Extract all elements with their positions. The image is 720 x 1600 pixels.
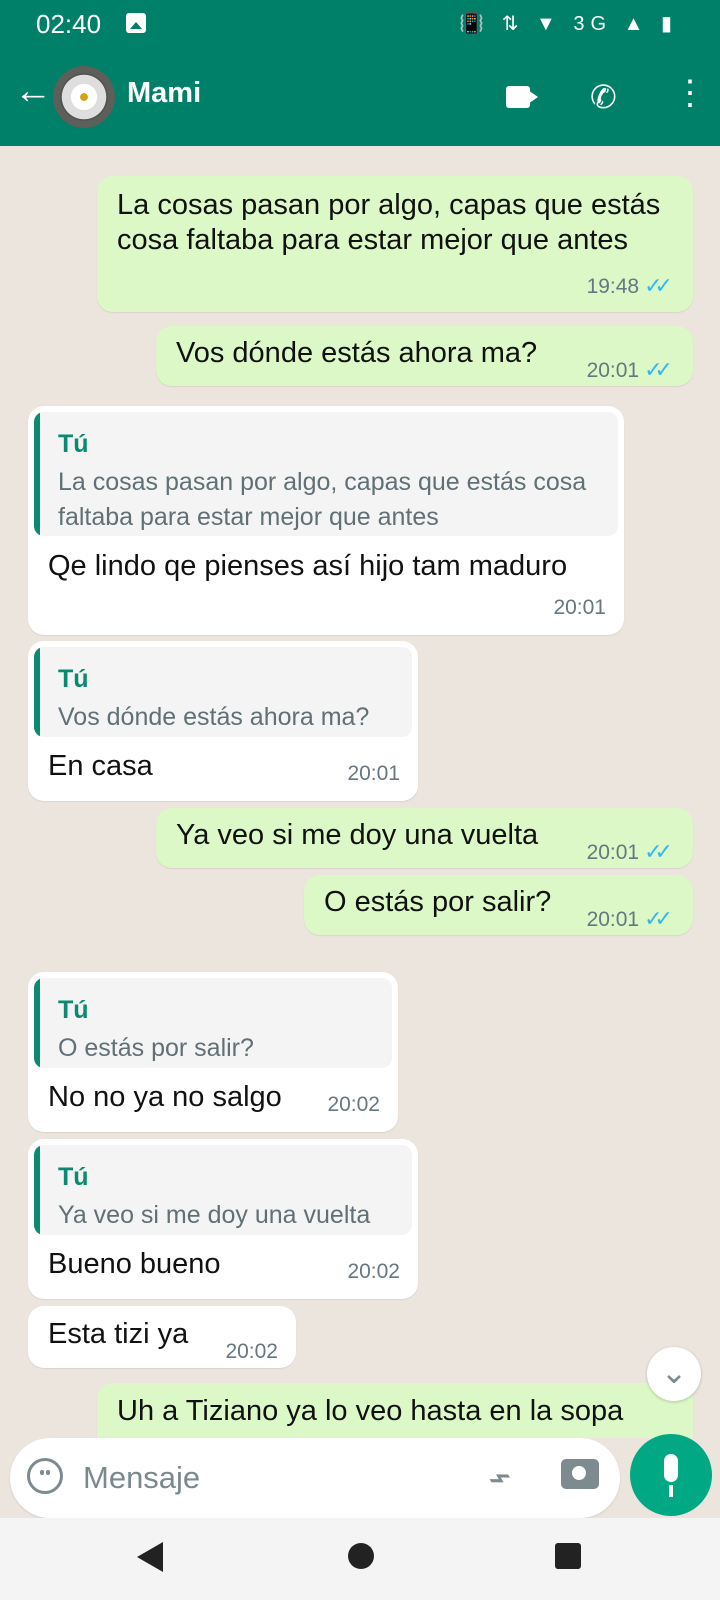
chat-header: ← Mami ✆ ⋮ bbox=[0, 48, 720, 146]
nav-back-icon[interactable] bbox=[137, 1542, 163, 1572]
status-bar: 02:40 📳 ⇅ ▼ 3G ▲ ▮ bbox=[0, 0, 720, 48]
message-outgoing: La cosas pasan por algo, capas que estás… bbox=[97, 176, 693, 312]
message-incoming: Tú La cosas pasan por algo, capas que es… bbox=[28, 406, 624, 635]
message-outgoing: O estás por salir? 20:01 ✓✓ bbox=[304, 875, 693, 935]
chat-area: La cosas pasan por algo, capas que estás… bbox=[0, 146, 720, 1438]
message-outgoing: Ya veo si me doy una vuelta 20:01 ✓✓ bbox=[156, 808, 693, 868]
quote-text: La cosas pasan por algo, capas que estás… bbox=[58, 468, 587, 531]
message-incoming: Tú O estás por salir? No no ya no salgo … bbox=[28, 972, 398, 1132]
message-text: Bueno bueno bbox=[48, 1248, 221, 1280]
arrow-back-icon[interactable]: ← bbox=[14, 72, 52, 110]
message-time-text: 20:01 bbox=[586, 359, 640, 382]
message-time-text: 20:01 bbox=[586, 841, 640, 864]
message-time: 19:48 ✓✓ bbox=[586, 268, 673, 304]
message-input[interactable]: Mensaje bbox=[83, 1460, 200, 1496]
message-text: En casa bbox=[48, 750, 153, 782]
message-time: 20:01 ✓✓ bbox=[586, 352, 673, 388]
message-incoming: Tú Ya veo si me doy una vuelta Bueno bue… bbox=[28, 1139, 418, 1299]
message-composer: Mensaje ⌁ bbox=[0, 1434, 720, 1518]
quoted-message[interactable]: Tú La cosas pasan por algo, capas que es… bbox=[34, 412, 618, 536]
more-vert-icon[interactable]: ⋮ bbox=[673, 76, 707, 110]
status-time: 02:40 bbox=[36, 9, 102, 39]
message-outgoing: Vos dónde estás ahora ma? 20:01 ✓✓ bbox=[156, 326, 693, 386]
message-time: 20:01 ✓✓ bbox=[586, 901, 673, 937]
nav-home-icon[interactable] bbox=[348, 1543, 374, 1569]
message-text: Uh a Tiziano ya lo veo hasta en la sopa bbox=[117, 1395, 624, 1427]
quote-accent-bar bbox=[34, 1145, 40, 1235]
message-outgoing: Uh a Tiziano ya lo veo hasta en la sopa bbox=[97, 1383, 693, 1438]
quote-text: Vos dónde estás ahora ma? bbox=[58, 703, 370, 731]
message-text: Qe lindo qe pienses así hijo tam maduro bbox=[48, 550, 568, 582]
paperclip-icon[interactable]: ⌁ bbox=[478, 1452, 520, 1502]
video-call-icon[interactable] bbox=[506, 86, 538, 108]
message-input-box[interactable]: Mensaje ⌁ bbox=[10, 1438, 620, 1518]
android-navigation-bar bbox=[0, 1518, 720, 1600]
quote-accent-bar bbox=[34, 978, 40, 1068]
status-icons: 📳 ⇅ ▼ 3G ▲ ▮ bbox=[459, 13, 678, 35]
contact-name[interactable]: Mami bbox=[127, 77, 201, 110]
chevron-down-double-icon: ⌄ bbox=[660, 1354, 688, 1390]
image-notification-icon bbox=[126, 13, 146, 33]
quote-accent-bar bbox=[34, 412, 40, 536]
double-check-icon: ✓✓ bbox=[644, 906, 673, 931]
message-time: 20:01 bbox=[347, 762, 400, 785]
message-text: La cosas pasan por algo, capas que estás… bbox=[117, 189, 661, 256]
quote-text: O estás por salir? bbox=[58, 1034, 254, 1062]
message-time-text: 20:01 bbox=[586, 908, 640, 931]
quoted-message[interactable]: Tú Ya veo si me doy una vuelta bbox=[34, 1145, 412, 1235]
contact-avatar[interactable] bbox=[53, 66, 115, 128]
message-time-text: 19:48 bbox=[586, 275, 640, 298]
camera-icon[interactable] bbox=[561, 1459, 599, 1489]
quote-author: Tú bbox=[58, 430, 89, 458]
message-time: 20:02 bbox=[225, 1340, 278, 1363]
mic-button[interactable] bbox=[630, 1434, 712, 1516]
quote-author: Tú bbox=[58, 1163, 89, 1191]
nav-recent-apps-icon[interactable] bbox=[555, 1543, 581, 1569]
emoji-icon[interactable] bbox=[27, 1458, 63, 1494]
quote-text: Ya veo si me doy una vuelta bbox=[58, 1201, 371, 1229]
message-incoming: Tú Vos dónde estás ahora ma? En casa 20:… bbox=[28, 641, 418, 801]
message-time: 20:01 bbox=[553, 596, 606, 619]
message-time: 20:01 ✓✓ bbox=[586, 834, 673, 870]
double-check-icon: ✓✓ bbox=[644, 357, 673, 382]
quoted-message[interactable]: Tú O estás por salir? bbox=[34, 978, 392, 1068]
quote-author: Tú bbox=[58, 665, 89, 693]
message-time: 20:02 bbox=[327, 1093, 380, 1116]
message-time: 20:02 bbox=[347, 1260, 400, 1283]
phone-icon[interactable]: ✆ bbox=[590, 78, 617, 116]
quote-author: Tú bbox=[58, 996, 89, 1024]
quote-accent-bar bbox=[34, 647, 40, 737]
quoted-message[interactable]: Tú Vos dónde estás ahora ma? bbox=[34, 647, 412, 737]
double-check-icon: ✓✓ bbox=[644, 273, 673, 298]
scroll-down-button[interactable]: ⌄ bbox=[647, 1347, 701, 1401]
message-incoming: Esta tizi ya 20:02 bbox=[28, 1306, 296, 1368]
double-check-icon: ✓✓ bbox=[644, 839, 673, 864]
